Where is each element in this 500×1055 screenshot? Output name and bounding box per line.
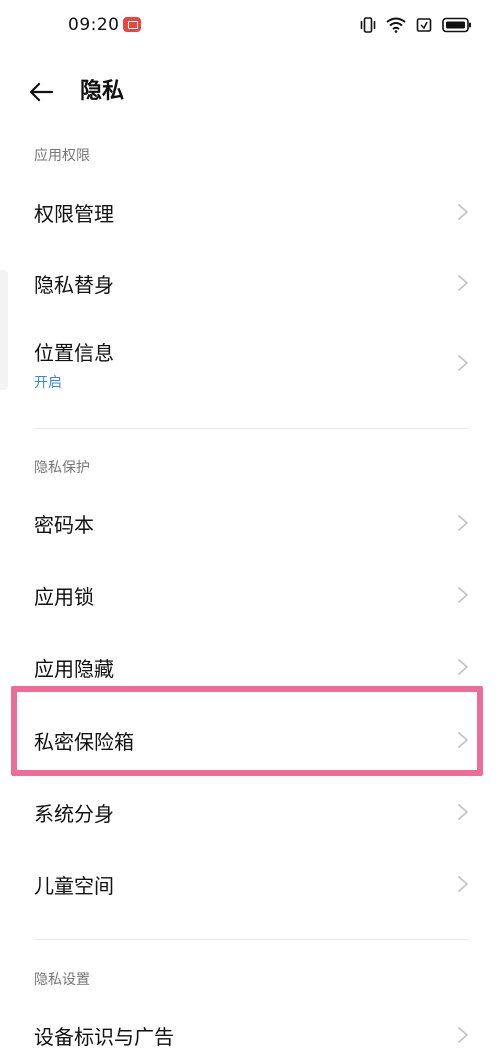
vibrate-icon — [360, 16, 376, 34]
list-item-label: 权限管理 — [34, 202, 114, 226]
page-header: 隐私 — [0, 66, 500, 122]
chevron-right-icon — [458, 587, 468, 603]
chevron-right-icon — [458, 355, 468, 371]
status-icons — [360, 14, 472, 36]
chevron-right-icon — [458, 876, 468, 892]
private-safe-item[interactable]: 私密保险箱 — [0, 710, 500, 770]
list-item-label: 私密保险箱 — [34, 730, 134, 754]
password-book-item[interactable]: 密码本 — [0, 494, 500, 552]
device-id-ads-item[interactable]: 设备标识与广告 — [0, 1006, 500, 1055]
screen-record-icon — [123, 17, 141, 32]
list-item-label: 应用锁 — [34, 585, 94, 609]
system-clone-item[interactable]: 系统分身 — [0, 783, 500, 841]
list-item-label: 密码本 — [34, 513, 94, 537]
chevron-right-icon — [458, 1027, 468, 1043]
section-label-privacy-protection: 隐私保护 — [34, 460, 90, 476]
section-label-privacy-settings: 隐私设置 — [34, 972, 90, 988]
sim-card-icon — [416, 17, 432, 33]
section-divider — [34, 428, 468, 429]
status-bar: 09:20 — [0, 0, 500, 56]
list-item-label: 应用隐藏 — [34, 657, 114, 681]
page-title: 隐私 — [80, 79, 125, 104]
battery-icon — [442, 17, 472, 33]
app-lock-item[interactable]: 应用锁 — [0, 566, 500, 624]
chevron-right-icon — [458, 659, 468, 675]
back-arrow-icon[interactable] — [26, 76, 58, 108]
location-status: 开启 — [34, 375, 62, 391]
chevron-right-icon — [458, 804, 468, 820]
list-item-label: 设备标识与广告 — [34, 1025, 174, 1049]
section-label-app-permissions: 应用权限 — [34, 148, 90, 164]
wifi-icon — [386, 17, 406, 33]
list-item-label: 儿童空间 — [34, 874, 114, 898]
chevron-right-icon — [458, 732, 468, 748]
chevron-right-icon — [458, 275, 468, 291]
list-item-label: 隐私替身 — [34, 273, 114, 297]
chevron-right-icon — [458, 515, 468, 531]
section-divider — [34, 939, 468, 940]
location-info-item[interactable]: 位置信息 开启 — [0, 326, 500, 400]
app-hide-item[interactable]: 应用隐藏 — [0, 638, 500, 696]
list-item-label: 系统分身 — [34, 802, 114, 826]
status-time: 09:20 — [68, 15, 120, 35]
kids-space-item[interactable]: 儿童空间 — [0, 855, 500, 913]
list-item-label: 位置信息 — [34, 341, 114, 365]
permission-management-item[interactable]: 权限管理 — [0, 183, 500, 241]
privacy-substitute-item[interactable]: 隐私替身 — [0, 254, 500, 312]
chevron-right-icon — [458, 204, 468, 220]
